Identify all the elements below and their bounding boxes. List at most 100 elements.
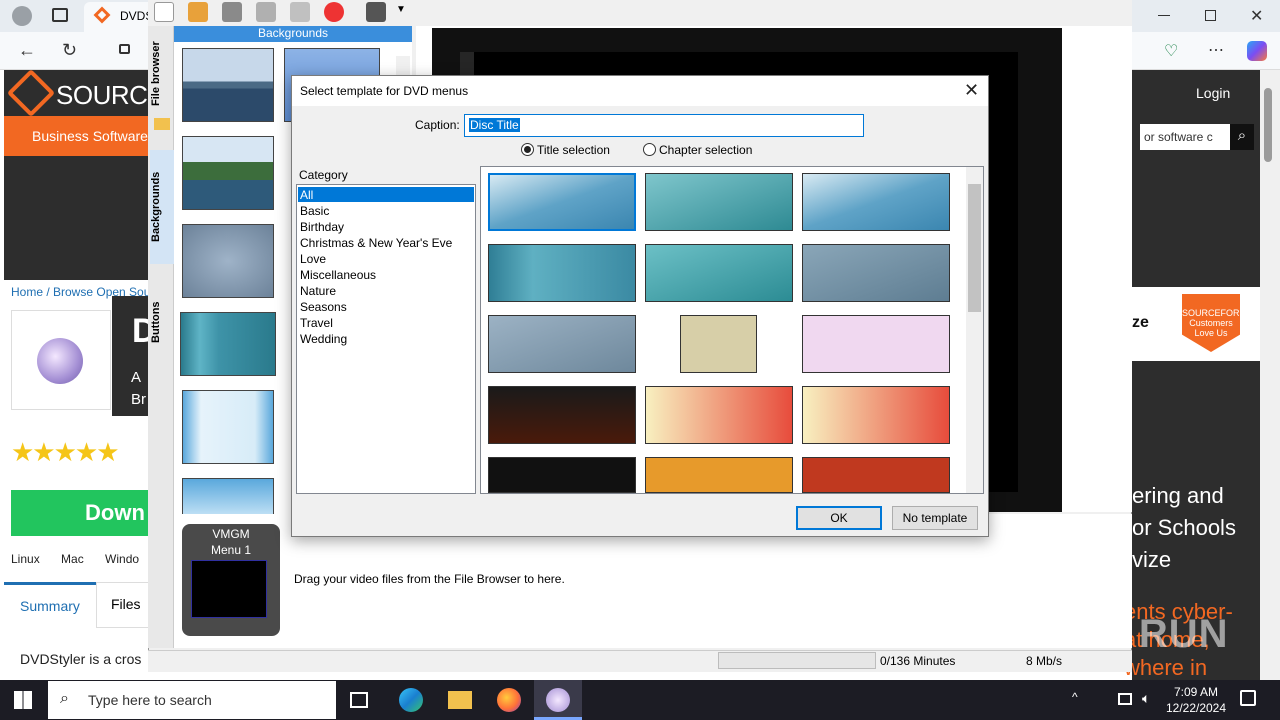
lock-icon[interactable] xyxy=(119,44,130,54)
tagline-line-1: A xyxy=(131,369,142,386)
template-thumb[interactable] xyxy=(680,315,757,373)
category-item-nature[interactable]: Nature xyxy=(300,284,472,300)
promo-line-2: or Schools xyxy=(1132,515,1236,540)
more-menu-icon[interactable]: ⋯ xyxy=(1208,40,1224,60)
caption-value: Disc Title xyxy=(469,118,520,132)
watermark: ANY RUN xyxy=(1040,612,1229,656)
firefox-icon[interactable] xyxy=(497,688,521,712)
notification-icon[interactable] xyxy=(1240,690,1256,706)
ad-text: ze xyxy=(1132,314,1149,331)
tab-backgrounds[interactable]: Backgrounds xyxy=(150,154,174,260)
chevron-down-icon[interactable]: ▼ xyxy=(396,4,406,15)
category-item-travel[interactable]: Travel xyxy=(300,316,472,332)
search-icon: ⌕ xyxy=(60,690,69,707)
browser-tab[interactable]: DVDS xyxy=(84,2,154,32)
template-thumb[interactable] xyxy=(645,244,793,302)
maximize-icon[interactable] xyxy=(1205,10,1216,21)
template-thumb[interactable] xyxy=(645,386,793,444)
canvas-margin xyxy=(1062,26,1132,512)
template-thumb[interactable] xyxy=(802,386,950,444)
settings-tools-icon[interactable] xyxy=(290,2,310,22)
new-file-icon[interactable] xyxy=(154,2,174,22)
background-thumb[interactable] xyxy=(180,312,276,376)
copilot-icon[interactable] xyxy=(1247,41,1267,61)
tab-files[interactable]: Files xyxy=(96,582,150,628)
platform-list: Linux Mac Windo xyxy=(11,552,140,566)
background-thumb[interactable] xyxy=(182,136,274,210)
template-thumb[interactable] xyxy=(802,457,950,493)
page-scrollbar-thumb[interactable] xyxy=(1264,88,1272,162)
minutes-used: 0/136 Minutes xyxy=(880,654,956,668)
extensions-icon[interactable]: ♡ xyxy=(1164,41,1178,61)
minimize-icon[interactable] xyxy=(1158,15,1170,16)
back-icon[interactable]: ← xyxy=(18,40,36,61)
background-thumb[interactable] xyxy=(182,390,274,464)
burn-icon[interactable] xyxy=(324,2,344,22)
network-icon[interactable] xyxy=(1118,693,1132,705)
clock-date: 12/22/2024 xyxy=(1165,701,1227,715)
open-folder-icon[interactable] xyxy=(188,2,208,22)
status-bar xyxy=(148,650,1132,672)
taskbar-search-input[interactable]: Type here to search xyxy=(48,681,336,719)
file-explorer-icon[interactable] xyxy=(448,691,472,709)
site-search-icon[interactable]: ⌕ xyxy=(1230,124,1254,150)
template-thumb[interactable] xyxy=(802,173,950,231)
category-item-seasons[interactable]: Seasons xyxy=(300,300,472,316)
tab-actions-icon[interactable] xyxy=(52,8,68,22)
login-link[interactable]: Login xyxy=(1196,85,1230,101)
category-item-christmas[interactable]: Christmas & New Year's Eve xyxy=(300,236,472,252)
tab-file-browser[interactable]: File browser xyxy=(150,32,174,116)
template-thumb[interactable] xyxy=(488,315,636,373)
windows-start-icon[interactable] xyxy=(14,691,32,709)
rating-stars: ★★★★★ xyxy=(11,437,120,467)
category-item-basic[interactable]: Basic xyxy=(300,204,472,220)
caption-input[interactable]: Disc Title xyxy=(464,114,864,137)
tray-chevron-icon[interactable]: ^ xyxy=(1072,690,1078,704)
radio-title-label[interactable]: Title selection xyxy=(537,143,610,157)
folder-icon xyxy=(154,118,170,130)
category-item-love[interactable]: Love xyxy=(300,252,472,268)
drag-hint: Drag your video files from the File Brow… xyxy=(294,572,565,586)
page-scrollbar[interactable] xyxy=(1260,70,1280,680)
backgrounds-header: Backgrounds xyxy=(174,26,412,42)
template-thumb[interactable] xyxy=(802,315,950,373)
template-thumb[interactable] xyxy=(488,457,636,493)
template-thumb[interactable] xyxy=(488,244,636,302)
template-scrollbar-thumb[interactable] xyxy=(968,184,981,312)
download-button[interactable]: Down xyxy=(11,490,151,536)
tab-buttons[interactable]: Buttons xyxy=(150,290,174,354)
template-thumb[interactable] xyxy=(488,386,636,444)
category-item-miscellaneous[interactable]: Miscellaneous xyxy=(300,268,472,284)
promo-line-1: ering and xyxy=(1132,483,1224,508)
template-thumb[interactable] xyxy=(488,173,636,231)
caption-label: Caption: xyxy=(415,118,460,132)
task-view-icon[interactable] xyxy=(350,692,368,708)
refresh-icon[interactable]: ↻ xyxy=(62,40,77,61)
save-icon[interactable] xyxy=(222,2,242,22)
radio-chapter-label[interactable]: Chapter selection xyxy=(659,143,752,157)
add-menu-icon[interactable] xyxy=(366,2,386,22)
ok-button[interactable]: OK xyxy=(796,506,882,530)
template-thumb[interactable] xyxy=(645,457,793,493)
category-item-wedding[interactable]: Wedding xyxy=(300,332,472,348)
window-close-icon[interactable]: ✕ xyxy=(1250,6,1263,26)
business-software-link[interactable]: Business Software xyxy=(4,116,150,156)
site-search-input[interactable]: or software c xyxy=(1140,124,1232,150)
no-template-button[interactable]: No template xyxy=(892,506,978,530)
category-item-birthday[interactable]: Birthday xyxy=(300,220,472,236)
background-thumb[interactable] xyxy=(182,224,274,298)
tab-summary[interactable]: Summary xyxy=(4,582,96,628)
profile-icon[interactable] xyxy=(12,6,32,26)
background-thumb[interactable] xyxy=(182,48,274,122)
dialog-close-icon[interactable]: ✕ xyxy=(964,80,979,101)
volume-icon[interactable]: 🔈︎ xyxy=(1142,690,1150,707)
clock-time: 7:09 AM xyxy=(1173,685,1219,699)
add-file-icon[interactable] xyxy=(256,2,276,22)
template-thumb[interactable] xyxy=(802,244,950,302)
taskbar-clock[interactable]: 7:09 AM 12/22/2024 xyxy=(1160,684,1232,716)
background-thumb[interactable] xyxy=(182,478,274,516)
category-item-all[interactable]: All xyxy=(300,188,472,204)
edge-icon[interactable] xyxy=(399,688,423,712)
radio-chapter-selection[interactable] xyxy=(643,143,656,156)
template-thumb[interactable] xyxy=(645,173,793,231)
